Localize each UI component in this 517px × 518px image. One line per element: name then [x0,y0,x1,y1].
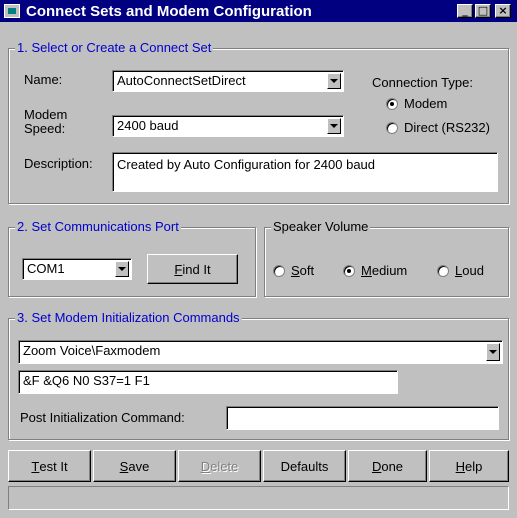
test-it-label: est It [39,458,68,474]
com-port-dropdown-button[interactable] [115,261,129,277]
comm-port-group-title: 2. Set Communications Port [15,219,181,234]
name-combobox[interactable]: AutoConnectSetDirect [112,70,344,92]
speaker-loud-label: oud [462,263,484,278]
defaults-label: Defaults [280,458,329,474]
defaults-button[interactable]: Defaults [263,450,346,482]
radio-selected-icon [343,264,355,277]
connection-type-direct-label: Direct (RS232) [404,120,490,135]
chevron-down-icon [118,267,126,271]
post-init-label: Post Initialization Command: [20,410,185,425]
radio-unselected-icon [386,121,398,134]
post-init-field[interactable] [226,406,499,430]
radio-selected-icon [386,97,398,110]
name-value: AutoConnectSetDirect [117,73,246,88]
speaker-soft-label: oft [299,263,315,278]
help-mnemonic: H [455,458,466,474]
done-label: one [381,458,404,474]
description-field[interactable]: Created by Auto Configuration for 2400 b… [112,152,498,192]
connect-set-group-title: 1. Select or Create a Connect Set [15,40,214,55]
test-it-mnemonic: T [31,458,40,474]
speaker-medium-label: edium [371,263,408,278]
speaker-loud-radio[interactable]: Loud [437,263,484,278]
title-bar[interactable]: Connect Sets and Modem Configuration _ □… [0,0,517,22]
speaker-medium-radio[interactable]: Medium [343,263,407,278]
app-icon[interactable] [4,4,20,18]
radio-unselected-icon [273,264,285,277]
speaker-soft-radio[interactable]: Soft [273,263,314,278]
modem-value: Zoom Voice\Faxmodem [23,343,161,358]
maximize-button[interactable]: □ [475,4,491,18]
chevron-down-icon [489,350,497,354]
status-bar [8,486,509,510]
find-it-mnemonic: F [174,261,183,277]
description-label: Description: [24,156,93,171]
speaker-soft-mnemonic: S [291,263,300,278]
find-it-label: ind It [182,261,211,277]
modem-combobox[interactable]: Zoom Voice\Faxmodem [18,340,503,364]
done-button[interactable]: Done [348,450,427,482]
name-dropdown-button[interactable] [327,73,341,89]
radio-unselected-icon [437,264,449,277]
chevron-down-icon [330,79,338,83]
help-button[interactable]: Help [429,450,509,482]
speaker-medium-mnemonic: M [361,263,372,278]
connection-type-modem-radio[interactable]: Modem [386,96,447,111]
done-mnemonic: D [371,458,382,474]
help-label: elp [465,458,483,474]
modem-speed-combobox[interactable]: 2400 baud [112,115,344,137]
com-port-value: COM1 [27,261,65,276]
minimize-button[interactable]: _ [457,4,473,18]
speaker-volume-group: Speaker Volume [264,219,509,297]
modem-dropdown-button[interactable] [486,343,500,361]
connect-sets-dialog: Connect Sets and Modem Configuration _ □… [0,0,517,518]
modem-speed-label-line2: Speed: [24,121,66,136]
modem-speed-label-line1: Modem [24,107,68,122]
test-it-button[interactable]: Test It [8,450,91,482]
modem-speed-dropdown-button[interactable] [327,118,341,134]
save-button[interactable]: Save [93,450,176,482]
delete-mnemonic: D [200,458,211,474]
init-string-value: &F &Q6 N0 S37=1 F1 [23,373,150,388]
init-string-field[interactable]: &F &Q6 N0 S37=1 F1 [18,370,398,394]
modem-speed-value: 2400 baud [117,118,179,133]
connection-type-direct-radio[interactable]: Direct (RS232) [386,120,490,135]
save-label: ave [128,458,150,474]
modem-init-group-title: 3. Set Modem Initialization Commands [15,310,242,325]
window-title: Connect Sets and Modem Configuration [26,2,312,20]
delete-button[interactable]: Delete [178,450,261,482]
delete-label: elete [210,458,239,474]
connection-type-label: Connection Type: [372,75,473,90]
com-port-combobox[interactable]: COM1 [22,258,132,280]
close-button[interactable]: × [495,4,511,18]
save-mnemonic: S [119,458,129,474]
description-value: Created by Auto Configuration for 2400 b… [117,157,376,172]
chevron-down-icon [330,124,338,128]
name-label: Name: [24,72,63,87]
connection-type-modem-label: Modem [404,96,448,111]
find-it-button[interactable]: Find It [147,254,238,284]
speaker-volume-group-title: Speaker Volume [271,219,371,234]
